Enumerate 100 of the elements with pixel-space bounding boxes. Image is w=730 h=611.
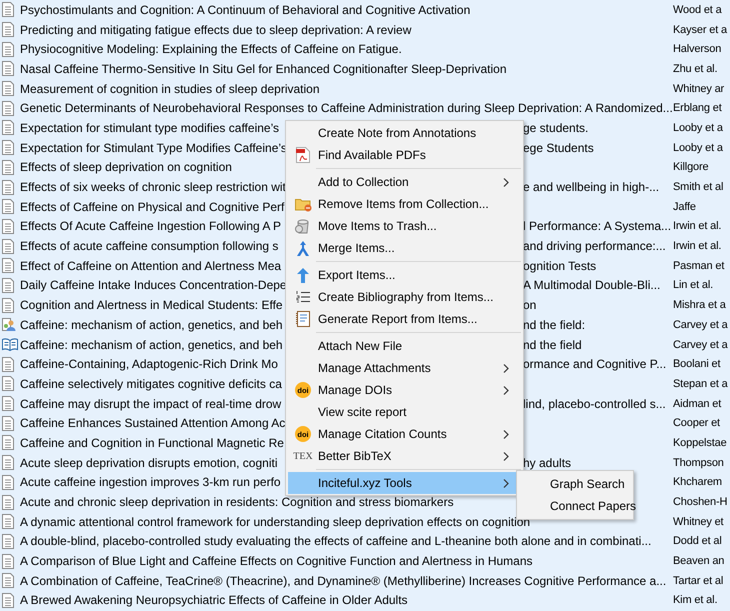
item-creator: Killgore xyxy=(673,161,710,174)
item-creator: Erblang et xyxy=(673,102,723,114)
item-creator: Boolani et xyxy=(673,358,722,370)
menu-item[interactable]: View scite report xyxy=(288,401,521,423)
item-creator: Whitney ar xyxy=(673,82,726,95)
item-title: lind, placebo-controlled s... xyxy=(523,396,666,411)
item-creator: Pasman et xyxy=(673,260,726,272)
document-icon xyxy=(2,416,14,431)
item-title: and driving performance:... xyxy=(523,239,666,254)
item-creator: Aidman et xyxy=(673,398,722,410)
document-icon xyxy=(2,592,14,608)
item-title: Expectation for Stimulant Type Modifies Caffeine’s xyxy=(20,140,287,155)
item-title: Caffeine and Cognition in Functional Magnetic Re xyxy=(20,436,284,450)
item-title: Daily Caffeine Intake Induces Concentration-Depe xyxy=(20,278,287,292)
item-title: Caffeine-Containing, Adaptogenic-Rich Drink Mo xyxy=(20,357,278,372)
item-creator: Smith et al xyxy=(673,181,724,194)
item-title: Effects of Caffeine on Physical and Cognitive Perf xyxy=(20,200,284,214)
item-creator: Irwin et al. xyxy=(673,240,722,252)
item-title: A Combination of Caffeine, TeaCrine® (Theacrine), and Dynamine® (Methylliberine) Increases Cognitive Performance a... xyxy=(20,574,666,588)
item-title: l Performance: A Systema... xyxy=(523,219,672,234)
item-title: Effects of sleep deprivation on cognition xyxy=(20,160,232,174)
menu-item[interactable]: Manage Attachments xyxy=(288,357,521,379)
item-title: ege Students xyxy=(523,140,594,155)
document-icon xyxy=(2,218,14,234)
item-creator: Mishra et a xyxy=(673,299,727,312)
document-icon xyxy=(2,356,14,372)
item-title: A dynamic attentional control framework for understanding sleep deprivation effects on cognition xyxy=(20,514,530,529)
item-creator: Khcharem xyxy=(673,476,723,488)
item-title: ognition Tests xyxy=(523,258,596,273)
item-creator: Koppelstae xyxy=(673,436,728,449)
menu-item[interactable]: TEX Better BibTeX xyxy=(288,445,521,467)
item-creator: Dodd et al xyxy=(673,535,723,548)
numbered-list-icon xyxy=(296,290,310,304)
item-title: Predicting and mitigating fatigue effects due to sleep deprivation: A review xyxy=(20,22,412,37)
menu-item[interactable]: Add to Collection xyxy=(288,171,521,193)
document-icon xyxy=(2,238,14,254)
document-icon xyxy=(2,514,14,530)
document-icon xyxy=(2,494,14,510)
document-icon xyxy=(2,474,14,490)
document-icon xyxy=(2,278,14,293)
menu-item[interactable]: Find Available PDFs xyxy=(288,144,521,166)
item-title: Genetic Determinants of Neurobehavioral Responses to Caffeine Administration during Sleep Deprivation: A Randomized... xyxy=(20,101,673,116)
document-icon xyxy=(2,81,14,96)
menu-item[interactable]: Connect Papers xyxy=(517,495,633,517)
item-title: nd the field xyxy=(523,338,582,352)
menu-item[interactable]: Create Bibliography from Items... xyxy=(288,286,521,308)
item-creator: Irwin et al. xyxy=(673,220,722,232)
item-title: Physiocognitive Modeling: Explaining the Effects of Caffeine on Fatigue. xyxy=(20,42,402,56)
item-creator: Stepan et a xyxy=(673,378,729,390)
document-icon xyxy=(2,376,14,392)
item-title: Measurement of cognition in studies of sleep deprivation xyxy=(20,82,320,96)
item-creator: Zhu et al. xyxy=(673,62,718,75)
up-arrow-icon xyxy=(296,266,310,284)
pdf-icon xyxy=(296,147,310,163)
document-icon xyxy=(2,140,14,156)
menu-item[interactable]: Attach New File xyxy=(288,335,521,357)
document-icon xyxy=(2,554,14,569)
item-title: Psychostimulants and Cognition: A Continuum of Behavioral and Cognitive Activation xyxy=(20,2,470,17)
item-title: A Brewed Awakening Neuropsychiatric Effects of Caffeine in Older Adults xyxy=(20,593,408,608)
item-title: Effects Of Acute Caffeine Ingestion Following A P xyxy=(20,219,282,234)
item-title: A Comparison of Blue Light and Caffeine Effects on Cognitive Function and Alertness in Humans xyxy=(20,554,533,568)
menu-item[interactable]: Merge Items... xyxy=(288,237,521,259)
document-icon xyxy=(2,42,14,57)
document-icon xyxy=(2,160,14,175)
document-icon xyxy=(2,396,14,412)
person-page-icon xyxy=(2,317,16,332)
item-creator: Thompson xyxy=(673,456,725,469)
trash-icon xyxy=(295,218,311,234)
document-icon xyxy=(2,435,14,450)
item-title: Caffeine selectively mitigates cognitive deficits ca xyxy=(20,376,282,391)
item-creator: Lin et al. xyxy=(673,279,714,292)
document-icon xyxy=(2,455,14,470)
document-icon xyxy=(2,100,14,116)
document-icon xyxy=(2,258,14,274)
item-creator: Looby et a xyxy=(673,142,724,154)
document-icon xyxy=(2,2,14,18)
item-creator: Kayser et a xyxy=(673,24,728,36)
document-icon xyxy=(2,180,14,195)
menu-item[interactable]: Remove Items from Collection... xyxy=(288,193,521,215)
item-title: Cognition and Alertness in Medical Students: Effe xyxy=(20,298,283,312)
merge-icon xyxy=(296,240,310,256)
item-title: Acute caffeine ingestion improves 3-km run perfo xyxy=(20,475,281,490)
item-title: Caffeine: mechanism of action, genetics, and beh xyxy=(20,318,283,332)
menu-item[interactable]: Generate Report from Items... xyxy=(288,308,521,330)
menu-item[interactable]: Move Items to Trash... xyxy=(288,215,521,237)
item-creator: Carvey et a xyxy=(673,318,729,331)
document-icon xyxy=(2,120,14,136)
item-creator: Choshen-H xyxy=(673,496,728,508)
menu-item[interactable]: Export Items... xyxy=(288,264,521,286)
item-creator: Carvey et a xyxy=(673,338,729,351)
book-icon xyxy=(2,338,18,352)
item-creator: Tartar et al xyxy=(673,574,724,587)
item-title: Caffeine Enhances Sustained Attention Among Ac xyxy=(20,416,286,430)
item-title: ge students. xyxy=(523,120,588,135)
document-icon xyxy=(2,573,14,588)
item-creator: Wood et a xyxy=(673,4,723,16)
menu-item[interactable]: Create Note from Annotations xyxy=(288,122,521,144)
item-title: nd the field: xyxy=(523,318,586,332)
item-title: hy adults xyxy=(523,456,572,470)
document-icon xyxy=(2,534,14,549)
